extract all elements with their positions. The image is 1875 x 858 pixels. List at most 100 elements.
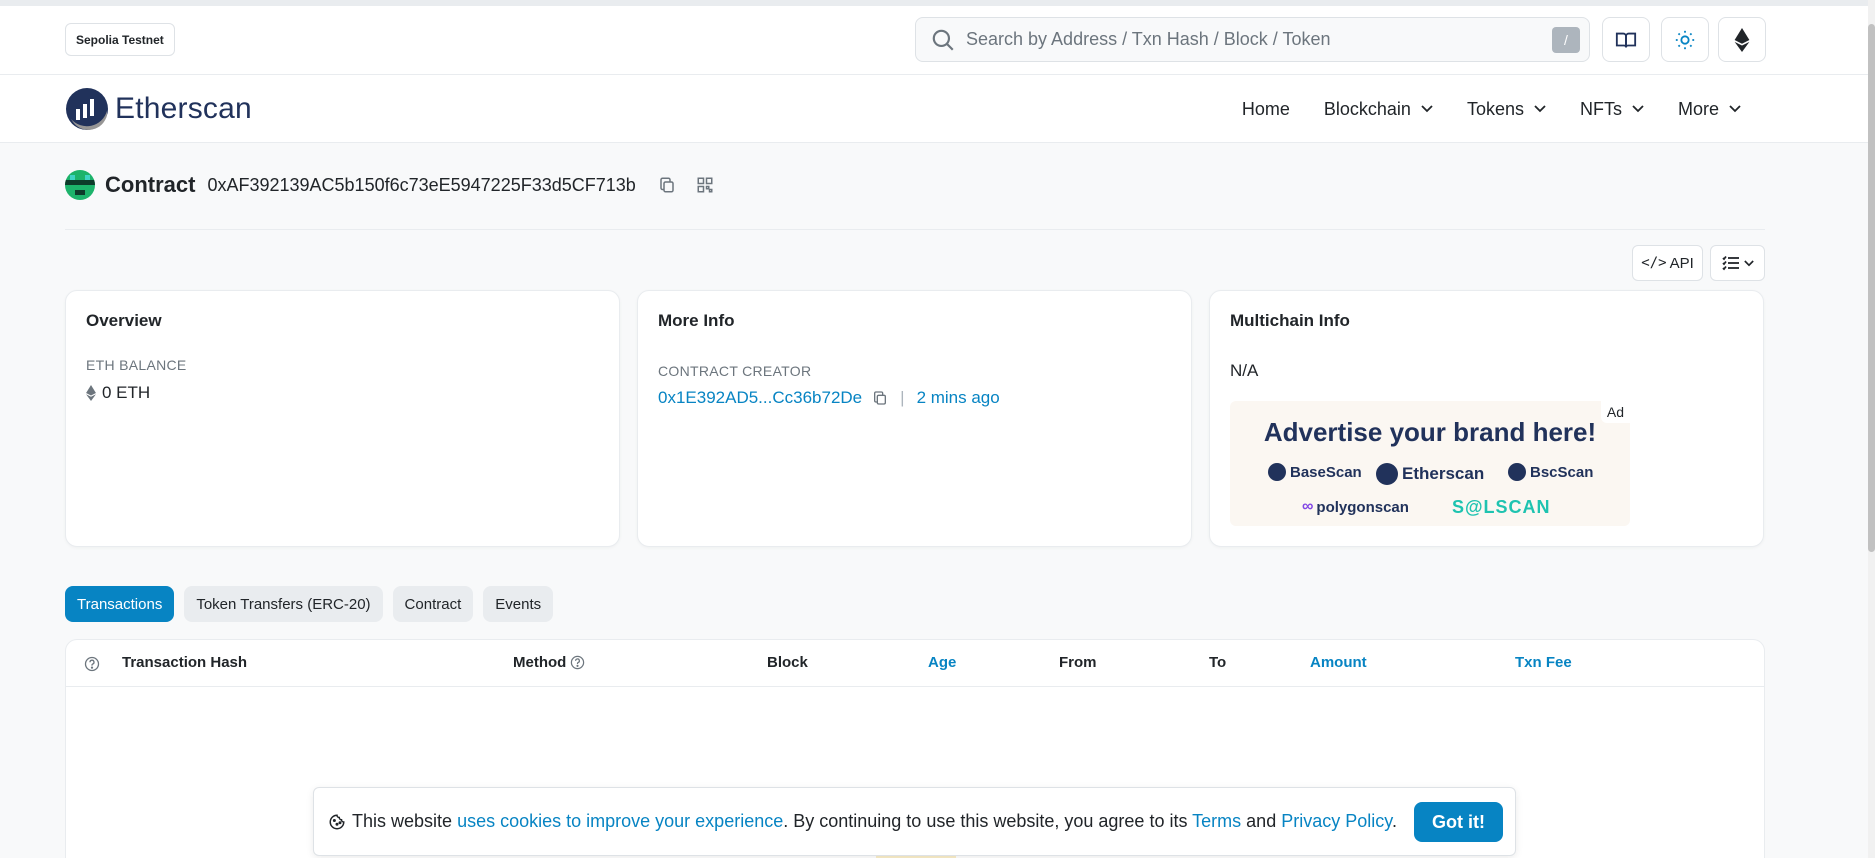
ad-banner[interactable]: Ad Advertise your brand here! BaseScan E…	[1230, 401, 1630, 526]
cookie-text-start: This website	[352, 811, 453, 831]
copy-icon[interactable]	[872, 390, 888, 406]
network-switch-button[interactable]	[1718, 17, 1766, 62]
help-icon[interactable]	[570, 655, 585, 670]
api-label: API	[1669, 254, 1694, 272]
column-transaction-hash: Transaction Hash	[122, 654, 248, 671]
theme-toggle-button[interactable]	[1661, 17, 1709, 62]
tab-transactions[interactable]: Transactions	[65, 586, 175, 622]
cookie-text-end: .	[1391, 811, 1397, 831]
column-age[interactable]: Age	[928, 654, 956, 671]
top-bar: Sepolia Testnet /	[0, 0, 1868, 75]
tab-contract[interactable]: Contract	[392, 586, 474, 622]
cookie-text-and: and	[1246, 811, 1277, 831]
creator-address-link[interactable]: 0x1E392AD5...Cc36b72De	[658, 388, 862, 408]
scrollbar-thumb[interactable]	[1868, 24, 1875, 552]
nav-home[interactable]: Home	[1242, 99, 1290, 120]
multichain-info-card: Multichain Info N/A Ad Advertise your br…	[1209, 290, 1764, 547]
nav-blockchain[interactable]: Blockchain	[1324, 99, 1433, 120]
contract-creator-row: 0x1E392AD5...Cc36b72De | 2 mins ago	[658, 388, 1000, 408]
etherscan-logo[interactable]: Etherscan	[65, 87, 252, 131]
tab-token-transfers[interactable]: Token Transfers (ERC-20)	[184, 586, 383, 622]
page-scrollbar[interactable]	[1868, 0, 1875, 858]
cookie-text-middle: . By continuing to use this website, you…	[783, 811, 1188, 831]
cookie-accept-button[interactable]: Got it!	[1414, 802, 1503, 842]
more-info-card: More Info CONTRACT CREATOR 0x1E392AD5...…	[637, 290, 1192, 547]
eth-balance: 0 ETH	[86, 383, 150, 403]
nav-more-label: More	[1677, 98, 1719, 119]
ad-brand-etherscan: Etherscan	[1376, 463, 1484, 485]
search-shortcut-key: /	[1552, 26, 1580, 53]
search-input[interactable]	[966, 29, 1552, 50]
ad-headline: Advertise your brand here!	[1263, 417, 1597, 447]
nav-nfts[interactable]: NFTs	[1580, 99, 1644, 120]
address-tabs: Transactions Token Transfers (ERC-20) Co…	[65, 586, 563, 622]
search-box[interactable]: /	[915, 17, 1590, 62]
nav-home-label: Home	[1241, 98, 1290, 119]
copy-icon[interactable]	[658, 176, 676, 194]
chevron-down-icon	[1632, 105, 1644, 113]
multichain-info-title: Multichain Info	[1230, 311, 1350, 330]
bscscan-logo-icon	[1508, 463, 1526, 481]
header-divider	[65, 229, 1765, 230]
eth-balance-label: ETH BALANCE	[86, 357, 187, 373]
api-button[interactable]: </> API	[1632, 245, 1703, 281]
contract-header: Contract 0xAF392139AC5b150f6c73eE5947225…	[65, 170, 714, 200]
list-checks-icon	[1721, 255, 1739, 271]
list-options-button[interactable]	[1710, 245, 1765, 281]
nav-nfts-label: NFTs	[1579, 98, 1622, 119]
nav-tokens-label: Tokens	[1466, 98, 1524, 119]
column-block: Block	[767, 654, 808, 671]
nav-more[interactable]: More	[1678, 99, 1741, 120]
ad-brand-solscan-label: S@LSCAN	[1452, 497, 1551, 517]
column-method: Method	[513, 654, 585, 671]
ad-brand-polygonscan-label: polygonscan	[1316, 498, 1409, 516]
nav-links: Home Blockchain Tokens NFTs More	[1208, 75, 1741, 143]
tab-events[interactable]: Events	[483, 586, 554, 622]
ad-brand-etherscan-label: Etherscan	[1402, 464, 1485, 483]
table-header: Transaction Hash Method Block Age From T…	[66, 640, 1764, 687]
chevron-down-icon	[1534, 105, 1546, 113]
cookie-text: This website uses cookies to improve you…	[352, 811, 1397, 832]
docs-button[interactable]	[1602, 17, 1650, 62]
etherscan-logo-icon	[66, 88, 108, 130]
privacy-policy-link[interactable]: Privacy Policy	[1281, 811, 1392, 831]
chevron-down-icon	[1729, 105, 1741, 113]
ad-brand-polygonscan: ∞ polygonscan	[1302, 498, 1409, 516]
creator-separator: |	[900, 388, 905, 407]
main-nav: Etherscan Home Blockchain Tokens NFTs Mo…	[0, 75, 1868, 143]
code-icon: </>	[1641, 255, 1667, 271]
more-info-title: More Info	[658, 311, 735, 330]
chevron-down-icon	[1743, 259, 1754, 266]
column-to: To	[1209, 654, 1227, 671]
ethereum-icon	[86, 385, 96, 401]
ad-brand-bscscan-label: BscScan	[1530, 463, 1594, 481]
eth-balance-value: 0 ETH	[102, 383, 151, 402]
overview-card: Overview ETH BALANCE 0 ETH	[65, 290, 620, 547]
qr-code-icon[interactable]	[696, 176, 714, 194]
book-icon	[1615, 32, 1637, 48]
column-amount[interactable]: Amount	[1310, 654, 1367, 671]
sun-icon	[1675, 30, 1695, 49]
nav-tokens[interactable]: Tokens	[1467, 99, 1546, 120]
network-badge[interactable]: Sepolia Testnet	[65, 23, 175, 56]
ad-brand-solscan: S@LSCAN	[1452, 497, 1551, 518]
polygon-logo-icon: ∞	[1302, 498, 1314, 515]
nav-blockchain-label: Blockchain	[1323, 98, 1411, 119]
chevron-down-icon	[1421, 105, 1433, 113]
terms-link[interactable]: Terms	[1192, 811, 1241, 831]
overview-title: Overview	[86, 311, 162, 330]
contract-address: 0xAF392139AC5b150f6c73eE5947225F33d5CF71…	[207, 174, 636, 195]
ad-brand-basescan-label: BaseScan	[1290, 463, 1362, 481]
column-from: From	[1059, 654, 1097, 671]
contract-avatar	[65, 170, 95, 200]
contract-creator-label: CONTRACT CREATOR	[658, 363, 812, 379]
column-txn-fee[interactable]: Txn Fee	[1515, 654, 1572, 671]
multichain-value: N/A	[1230, 361, 1259, 380]
logo-text: Etherscan	[115, 92, 252, 125]
help-icon[interactable]	[84, 656, 100, 672]
creation-tx-link[interactable]: 2 mins ago	[917, 388, 1000, 408]
ad-brand-bscscan: BscScan	[1508, 463, 1593, 481]
cookie-policy-link[interactable]: uses cookies to improve your experience	[457, 811, 783, 831]
ad-brand-basescan: BaseScan	[1268, 463, 1362, 481]
cookie-banner: This website uses cookies to improve you…	[313, 787, 1516, 856]
